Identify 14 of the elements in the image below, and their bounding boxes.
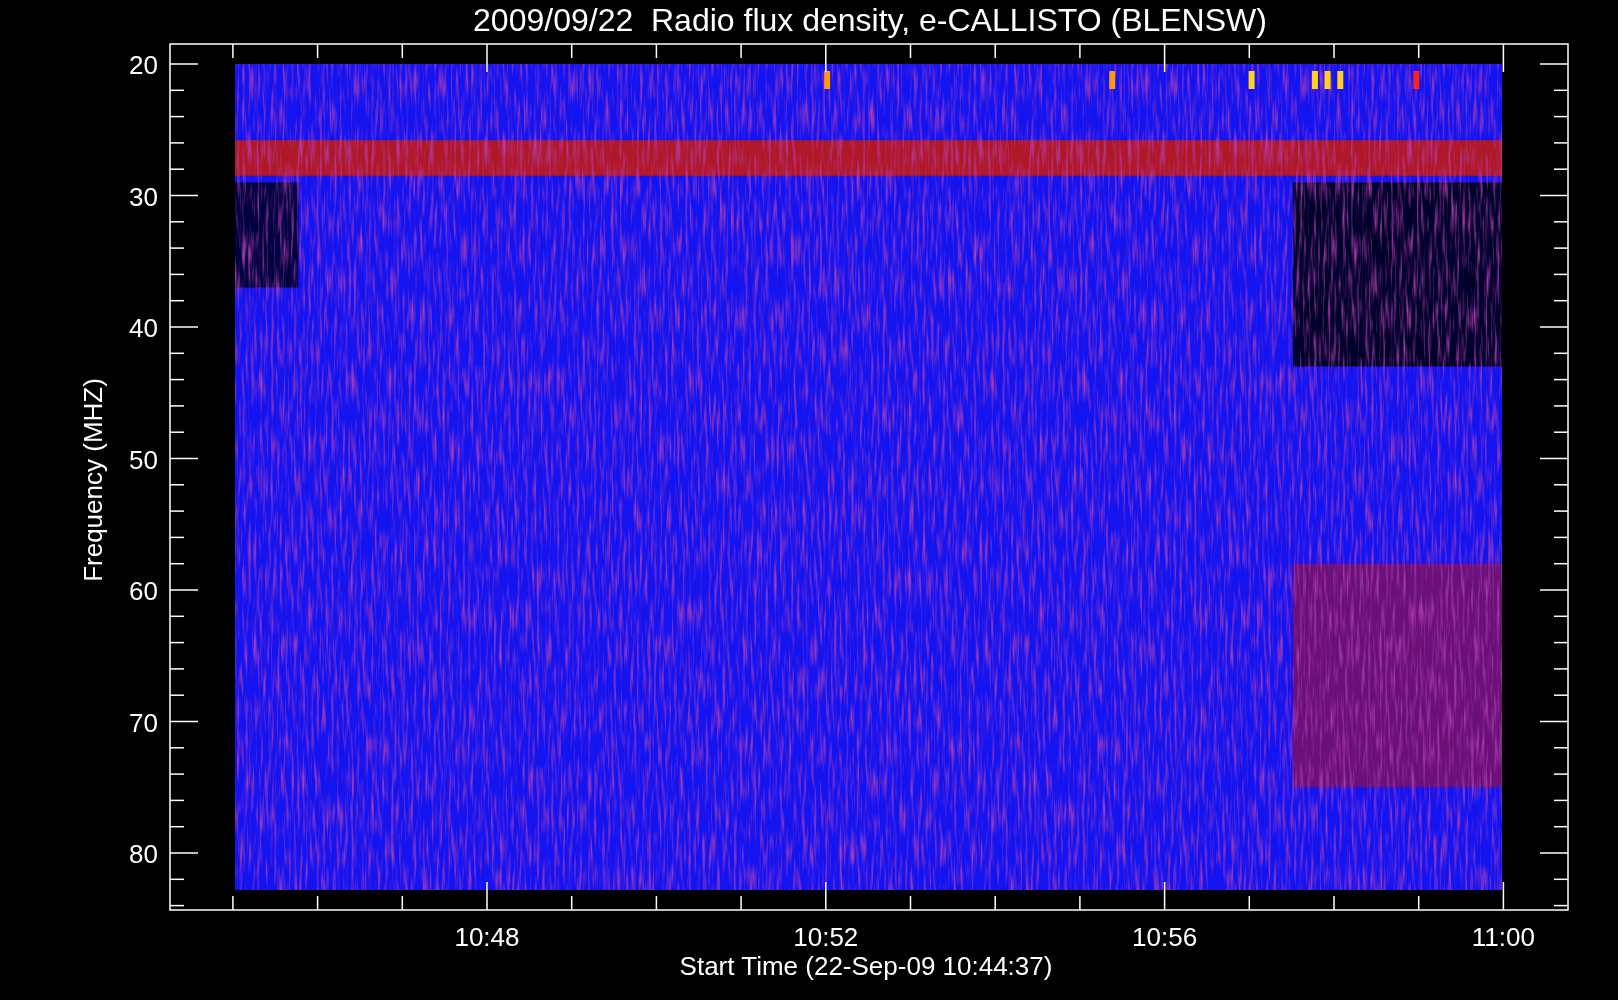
- y-tick-label: 60: [129, 576, 158, 606]
- y-tick-label: 20: [129, 50, 158, 80]
- y-axis-label: Frequency (MHZ): [78, 378, 108, 582]
- x-tick-label: 10:56: [1132, 922, 1198, 952]
- y-tick-label: 70: [129, 707, 158, 738]
- x-axis-label: Start Time (22-Sep-09 10:44:37): [679, 951, 1053, 981]
- x-tick-label: 11:00: [1471, 922, 1535, 952]
- y-tick-label: 50: [129, 444, 158, 475]
- y-tick-label: 40: [129, 313, 158, 343]
- y-tick-label: 30: [129, 181, 158, 212]
- x-tick-label: 10:52: [793, 922, 859, 952]
- chart-title: 2009/09/22 Radio flux density, e-CALLISTO (BLENSW): [473, 2, 1267, 38]
- y-tick-label: 80: [129, 839, 158, 869]
- x-tick-label: 10:48: [454, 922, 520, 952]
